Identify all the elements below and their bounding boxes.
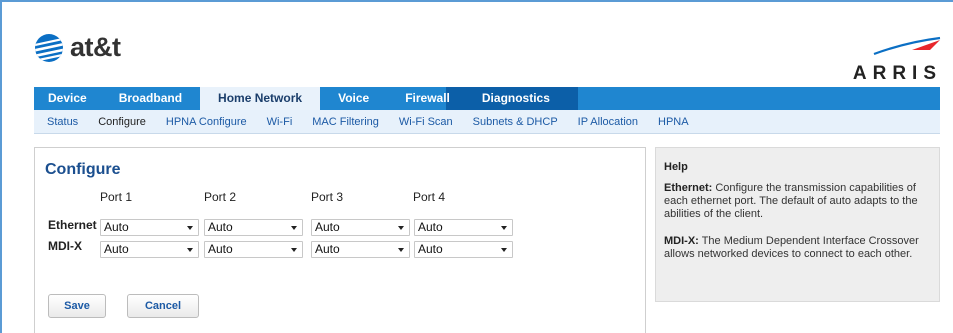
cancel-button[interactable]: Cancel: [127, 294, 199, 318]
arris-swoosh-icon: [873, 36, 941, 56]
port-3-header: Port 3: [311, 190, 344, 204]
subnav-wifi-scan[interactable]: Wi-Fi Scan: [389, 116, 463, 128]
save-button[interactable]: Save: [48, 294, 106, 318]
subnav-hpna[interactable]: HPNA: [648, 116, 699, 128]
select-value: Auto: [418, 220, 443, 234]
chevron-down-icon: [501, 226, 507, 230]
select-value: Auto: [208, 242, 233, 256]
mdix-port-1-select[interactable]: Auto: [100, 241, 199, 258]
ethernet-port-3-select[interactable]: Auto: [311, 219, 410, 236]
chevron-down-icon: [398, 248, 404, 252]
nav-voice[interactable]: Voice: [324, 87, 383, 110]
port-2-header: Port 2: [204, 190, 237, 204]
subnav-ip-allocation[interactable]: IP Allocation: [568, 116, 648, 128]
help-mdix-desc: The Medium Dependent Interface Crossover…: [664, 235, 919, 260]
mdix-port-3-select[interactable]: Auto: [311, 241, 410, 258]
subnav-mac-filtering[interactable]: MAC Filtering: [302, 116, 389, 128]
mdix-label: MDI-X: [48, 239, 82, 253]
main-nav: Device Broadband Home Network Voice Fire…: [34, 87, 940, 110]
configure-panel: Configure Port 1 Port 2 Port 3 Port 4 Et…: [34, 147, 646, 333]
chevron-down-icon: [187, 226, 193, 230]
ethernet-port-1-select[interactable]: Auto: [100, 219, 199, 236]
port-1-header: Port 1: [100, 190, 133, 204]
chevron-down-icon: [291, 226, 297, 230]
help-mdix-text: MDI-X: The Medium Dependent Interface Cr…: [664, 235, 931, 261]
chevron-down-icon: [291, 248, 297, 252]
att-wordmark: at&t: [70, 32, 121, 62]
select-value: Auto: [315, 220, 340, 234]
nav-device[interactable]: Device: [34, 87, 101, 110]
nav-broadband[interactable]: Broadband: [101, 87, 196, 110]
help-mdix-term: MDI-X:: [664, 235, 699, 247]
help-ethernet-text: Ethernet: Configure the transmission cap…: [664, 182, 931, 221]
help-ethernet-term: Ethernet:: [664, 182, 713, 194]
select-value: Auto: [104, 220, 129, 234]
select-value: Auto: [418, 242, 443, 256]
subnav-hpna-configure[interactable]: HPNA Configure: [156, 116, 257, 128]
ethernet-port-4-select[interactable]: Auto: [414, 219, 513, 236]
nav-firewall[interactable]: Firewall: [383, 87, 464, 110]
ethernet-label: Ethernet: [48, 218, 97, 232]
help-panel: Help Ethernet: Configure the transmissio…: [655, 147, 940, 302]
arris-logo: ARRIS: [853, 36, 942, 85]
ethernet-port-2-select[interactable]: Auto: [204, 219, 303, 236]
select-value: Auto: [104, 242, 129, 256]
subnav-subnets-dhcp[interactable]: Subnets & DHCP: [463, 116, 568, 128]
att-logo: at&t: [34, 32, 121, 63]
mdix-port-2-select[interactable]: Auto: [204, 241, 303, 258]
nav-diagnostics[interactable]: Diagnostics: [464, 87, 564, 110]
subnav-configure[interactable]: Configure: [88, 116, 156, 128]
select-value: Auto: [208, 220, 233, 234]
mdix-port-4-select[interactable]: Auto: [414, 241, 513, 258]
subnav-wifi[interactable]: Wi-Fi: [257, 116, 303, 128]
select-value: Auto: [315, 242, 340, 256]
chevron-down-icon: [398, 226, 404, 230]
nav-home-network[interactable]: Home Network: [200, 87, 321, 110]
help-title: Help: [664, 161, 688, 173]
sub-nav: Status Configure HPNA Configure Wi-Fi MA…: [34, 110, 940, 134]
brand-header: at&t ARRIS: [12, 14, 942, 84]
subnav-status[interactable]: Status: [34, 116, 88, 128]
arris-wordmark: ARRIS: [852, 63, 942, 84]
att-globe-icon: [35, 33, 63, 62]
page-title: Configure: [45, 161, 121, 178]
chevron-down-icon: [501, 248, 507, 252]
chevron-down-icon: [187, 248, 193, 252]
port-4-header: Port 4: [413, 190, 446, 204]
